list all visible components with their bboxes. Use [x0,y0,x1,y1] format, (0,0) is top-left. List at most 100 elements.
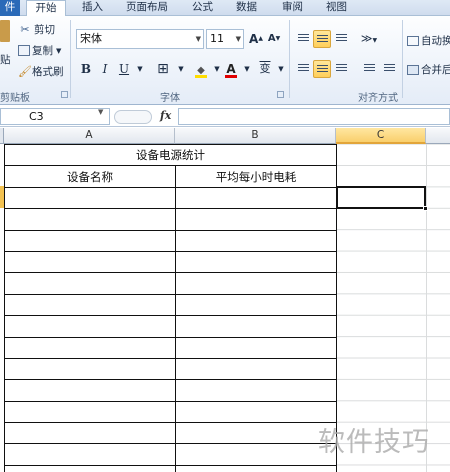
increase-indent-button[interactable] [380,60,398,78]
ribbon: 贴 ✂ 剪切 复制 ▼ 🖌 格式刷 剪贴板 宋体 ▼ 11 ▼ A▲ A▼ B … [0,16,450,105]
merged-title-cell[interactable]: 设备电源统计 [4,143,337,167]
cut-label: 剪切 [34,24,55,36]
group-separator [289,20,290,98]
align-top-icon [297,34,309,43]
tab-home[interactable]: 开始 [26,0,66,17]
table-cell[interactable] [4,272,176,295]
table-cell[interactable] [4,208,176,231]
table-row [4,293,337,317]
table-cell[interactable] [4,464,176,472]
table-cell[interactable] [4,443,176,466]
table-cell[interactable] [175,422,337,445]
ribbon-tab-bar: 件 开始 插入 页面布局 公式 数据 审阅 视图 [0,0,450,17]
align-center-button[interactable] [313,60,331,78]
table-cell[interactable] [175,272,337,295]
font-size-select[interactable]: 11 ▼ [206,29,244,49]
decrease-indent-button[interactable] [360,60,378,78]
format-painter-label: 格式刷 [32,66,64,78]
clipboard-launcher-icon[interactable] [61,91,68,98]
align-left-icon [297,64,309,73]
name-box[interactable]: C3 [0,108,110,125]
tab-formulas[interactable]: 公式 [192,0,213,16]
wrap-text-button[interactable]: 自动换 [407,33,450,48]
table-cell[interactable] [175,208,337,231]
borders-dropdown[interactable]: ▼ [172,60,190,78]
table-cell[interactable] [4,186,176,210]
tab-view[interactable]: 视图 [326,0,347,16]
active-cell-c3[interactable] [336,186,426,209]
formula-input[interactable] [178,108,450,125]
table-cell[interactable] [175,443,337,466]
font-color-dropdown[interactable]: ▼ [238,60,256,78]
table-cell[interactable] [175,336,337,359]
column-header-b[interactable]: B [175,128,336,144]
header-cell-device-name[interactable]: 设备名称 [4,165,176,188]
tab-data[interactable]: 数据 [236,0,257,16]
orientation-button[interactable]: ≫▼ [360,30,378,48]
group-separator [70,20,71,98]
borders-button[interactable]: ⊞ [154,60,172,78]
table-cell[interactable] [4,250,176,274]
align-right-button[interactable] [332,60,350,78]
font-name-select[interactable]: 宋体 ▼ [76,29,204,49]
chevron-down-icon: ▼ [235,35,241,43]
phonetic-dropdown[interactable]: ▼ [272,60,290,78]
tab-file[interactable]: 件 [0,0,20,16]
header-cell-avg-power[interactable]: 平均每小时电耗 [175,165,337,188]
table-cell[interactable] [4,293,176,317]
tab-page-layout[interactable]: 页面布局 [126,0,168,16]
table-cell[interactable] [4,336,176,359]
table-cell[interactable] [175,464,337,472]
tab-review[interactable]: 审阅 [282,0,303,16]
table-cell[interactable] [4,315,176,338]
copy-button[interactable]: 复制 ▼ [18,43,61,58]
align-bottom-button[interactable] [332,30,350,48]
clipboard-group-label: 剪贴板 [0,93,30,104]
chevron-down-icon: ▼ [56,46,62,55]
formula-bar-splitter[interactable] [114,110,152,124]
decrease-indent-icon [363,64,375,73]
table-cell[interactable] [4,400,176,424]
phonetic-label: 变 [259,62,271,75]
merge-center-button[interactable]: 合并后 [407,62,450,77]
table-cell[interactable] [4,379,176,402]
column-header-c[interactable]: C [336,128,426,144]
align-middle-button[interactable] [313,30,331,48]
table-cell[interactable] [175,379,337,402]
insert-function-button[interactable]: fx [160,109,171,122]
table-row [4,464,337,472]
caret-down-icon: ▼ [275,35,281,42]
table-cell[interactable] [175,229,337,252]
table-cell[interactable] [175,293,337,317]
tab-insert[interactable]: 插入 [82,0,103,16]
align-right-icon [335,64,347,73]
table-cell[interactable] [175,400,337,424]
align-left-button[interactable] [294,60,312,78]
wrap-text-icon [407,35,419,46]
table-row [4,208,337,231]
table-cell[interactable] [175,357,337,381]
table-cell[interactable] [4,422,176,445]
table-cell[interactable] [4,229,176,252]
column-header-a[interactable]: A [4,128,175,144]
paste-button[interactable] [0,20,10,42]
paste-label: 贴 [0,54,11,66]
table-row [4,443,337,466]
table-cell[interactable] [175,315,337,338]
bold-button[interactable]: B [77,60,95,78]
table-cell[interactable] [175,250,337,274]
grow-font-button[interactable]: A▲ [247,30,265,48]
italic-button[interactable]: I [96,60,114,78]
table-cell[interactable] [175,186,337,210]
format-painter-button[interactable]: 🖌 格式刷 [18,64,64,79]
font-launcher-icon[interactable] [277,91,284,98]
cut-button[interactable]: ✂ 剪切 [18,22,55,37]
table-row [4,315,337,338]
column-header-d[interactable] [426,128,450,144]
align-top-button[interactable] [294,30,312,48]
table-row [4,357,337,381]
table-cell[interactable] [4,357,176,381]
shrink-font-button[interactable]: A▼ [265,30,283,48]
underline-dropdown[interactable]: ▼ [131,60,149,78]
fill-handle[interactable] [423,206,428,211]
